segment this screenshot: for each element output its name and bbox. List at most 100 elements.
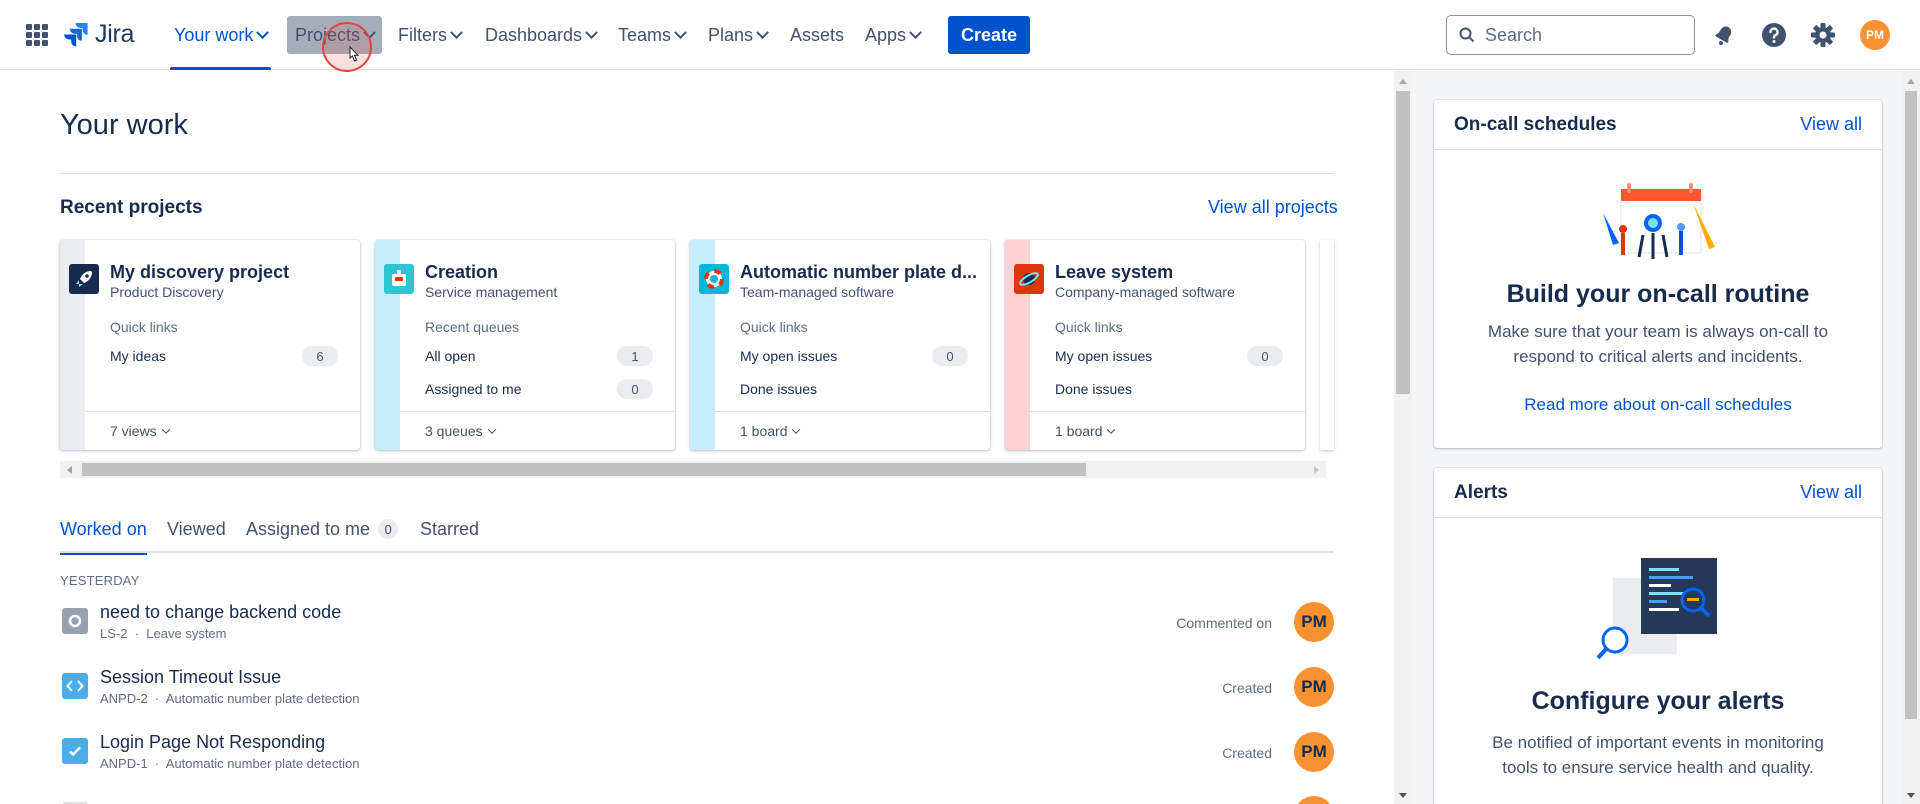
project-type: Team-managed software [740, 284, 895, 300]
profile-avatar[interactable]: PM [1860, 20, 1890, 50]
panel-title: Alerts [1454, 482, 1508, 503]
nav-projects[interactable]: Projects [287, 16, 383, 54]
notifications-button[interactable] [1709, 20, 1739, 50]
quick-link-done-issues[interactable]: Done issues [1055, 377, 1295, 401]
chevron-down-icon [909, 25, 922, 39]
tab-assigned-to-me[interactable]: Assigned to me 0 [246, 519, 399, 553]
scroll-left-icon[interactable] [67, 466, 72, 474]
list-item[interactable]: need to change backend code LS-2 · Leave… [60, 598, 1334, 650]
queue-all-open[interactable]: All open 1 [425, 344, 665, 368]
avatar[interactable]: PM [1294, 667, 1334, 707]
count-badge: 1 [617, 346, 653, 366]
tab-viewed[interactable]: Viewed [167, 519, 226, 553]
item-title[interactable]: Session Timeout Issue [100, 667, 281, 688]
card-footer-queues[interactable]: 3 queues [400, 411, 675, 450]
project-card-my-discovery[interactable]: My discovery project Product Discovery Q… [60, 240, 360, 450]
scroll-up-icon[interactable] [1907, 79, 1915, 84]
main-content: Your work Recent projects View all proje… [0, 71, 1394, 804]
view-all-link[interactable]: View all [1800, 114, 1862, 135]
quick-link-my-open-issues[interactable]: My open issues 0 [1055, 344, 1295, 368]
tab-worked-on[interactable]: Worked on [60, 519, 147, 555]
project-card-partial[interactable] [1320, 240, 1334, 450]
issue-key: ANPD-1 [100, 756, 148, 771]
on-call-read-more-link[interactable]: Read more about on-call schedules [1524, 395, 1791, 414]
avatar[interactable]: PM [1294, 602, 1334, 642]
project-name[interactable]: Creation [425, 262, 665, 283]
card-footer-board[interactable]: 1 board [1030, 411, 1305, 450]
chevron-down-icon [756, 25, 769, 39]
avatar[interactable] [1294, 796, 1334, 804]
nav-plans[interactable]: Plans [700, 16, 775, 54]
project-name[interactable]: Automatic number plate d... [740, 262, 980, 283]
scroll-down-icon[interactable] [1399, 793, 1407, 798]
nav-apps[interactable]: Apps [857, 16, 928, 54]
nav-label: Your work [174, 24, 254, 45]
project-card-anpd[interactable]: Automatic number plate d... Team-managed… [690, 240, 990, 450]
issue-key: ANPD-2 [100, 691, 148, 706]
avatar[interactable]: PM [1294, 732, 1334, 772]
footer-label: 1 board [740, 423, 788, 439]
nav-dashboards[interactable]: Dashboards [477, 16, 604, 54]
scroll-right-icon[interactable] [1314, 466, 1319, 474]
quick-links-label: Quick links [1055, 319, 1123, 335]
scroll-down-icon[interactable] [1907, 793, 1915, 798]
nav-assets[interactable]: Assets [782, 16, 852, 54]
scroll-up-icon[interactable] [1399, 79, 1407, 84]
count-badge: 6 [302, 346, 338, 366]
list-item[interactable]: Login Page Not Responding ANPD-1 · Autom… [60, 728, 1334, 780]
count-badge: 0 [1247, 346, 1283, 366]
chevron-down-icon [363, 25, 376, 39]
list-item[interactable]: Session Timeout Issue ANPD-2 · Automatic… [60, 663, 1334, 715]
nav-label: Projects [295, 24, 361, 45]
alerts-panel: Alerts View all Configure your alerts Be… [1434, 468, 1882, 804]
nav-your-work[interactable]: Your work [166, 16, 275, 70]
horizontal-scrollbar[interactable] [60, 461, 1326, 478]
project-card-leave-system[interactable]: Leave system Company-managed software Qu… [1005, 240, 1305, 450]
list-item[interactable] [60, 792, 1334, 804]
search-icon [1459, 27, 1475, 43]
recent-queues-label: Recent queues [425, 319, 520, 335]
create-button[interactable]: Create [948, 16, 1030, 54]
project-card-creation[interactable]: Creation Service management Recent queue… [375, 240, 675, 450]
quick-link-my-open-issues[interactable]: My open issues 0 [740, 344, 980, 368]
planet-icon [1014, 264, 1044, 294]
tab-starred[interactable]: Starred [420, 519, 479, 553]
item-action: Created [1222, 745, 1272, 761]
tab-label: Viewed [167, 519, 226, 539]
search-input[interactable] [1485, 24, 1685, 46]
quick-link-label: Done issues [740, 381, 818, 397]
card-footer-views[interactable]: 7 views [85, 411, 360, 450]
help-button[interactable] [1759, 20, 1789, 50]
item-title[interactable]: need to change backend code [100, 602, 341, 623]
card-footer-board[interactable]: 1 board [715, 411, 990, 450]
sidebar-vertical-scrollbar[interactable] [1902, 71, 1920, 804]
panel-title: On-call schedules [1454, 114, 1617, 135]
checkbox-icon [62, 738, 88, 764]
project-name[interactable]: My discovery project [110, 262, 350, 283]
panel-heading: Build your on-call routine [1506, 280, 1810, 308]
item-meta: LS-2 · Leave system [100, 626, 226, 641]
search-box[interactable] [1446, 15, 1695, 55]
quick-link-done-issues[interactable]: Done issues [740, 377, 980, 401]
nav-filters[interactable]: Filters [390, 16, 469, 54]
quick-link-label: Done issues [1055, 381, 1133, 397]
nav-teams[interactable]: Teams [610, 16, 693, 54]
settings-button[interactable] [1808, 20, 1838, 50]
jira-logo[interactable]: Jira [63, 20, 134, 49]
chevron-down-icon [1107, 425, 1116, 434]
quick-link-my-ideas[interactable]: My ideas 6 [110, 344, 350, 368]
chevron-down-icon [161, 425, 170, 434]
scrollbar-thumb[interactable] [82, 463, 1086, 476]
project-name[interactable]: Leave system [1055, 262, 1295, 283]
scrollbar-thumb[interactable] [1905, 91, 1917, 719]
main-vertical-scrollbar[interactable] [1394, 71, 1412, 804]
panel-body: Build your on-call routine Make sure tha… [1434, 150, 1882, 415]
separator: · [134, 626, 140, 641]
view-all-link[interactable]: View all [1800, 482, 1862, 503]
app-switcher-icon[interactable] [26, 24, 48, 46]
item-meta: ANPD-2 · Automatic number plate detectio… [100, 691, 359, 706]
view-all-projects-link[interactable]: View all projects [1208, 197, 1338, 218]
scrollbar-thumb[interactable] [1396, 91, 1410, 394]
item-title[interactable]: Login Page Not Responding [100, 732, 325, 753]
queue-assigned-to-me[interactable]: Assigned to me 0 [425, 377, 665, 401]
